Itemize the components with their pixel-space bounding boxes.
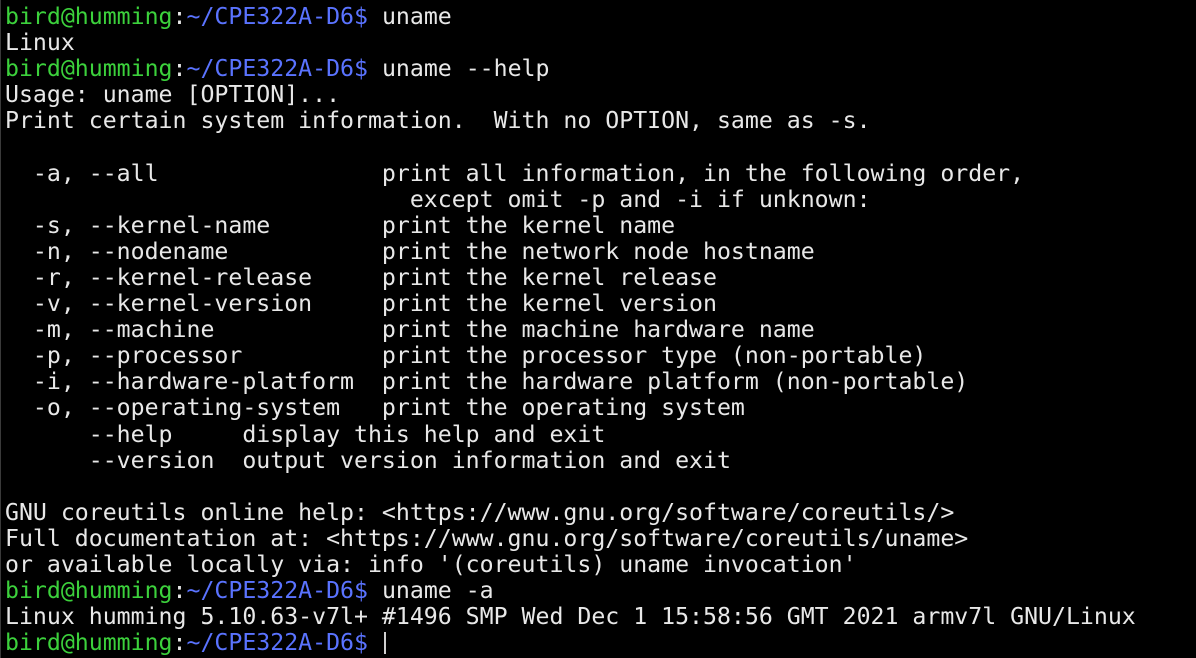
output-line: Linux humming 5.10.63-v7l+ #1496 SMP Wed… [5,604,1196,630]
output-line: -i, --hardware-platform print the hardwa… [5,369,1196,395]
prompt-line: bird@humming:~/CPE322A-D6$ uname [5,3,1196,30]
prompt-separator: : [172,55,187,83]
output-line: Usage: uname [OPTION]... [5,82,1196,108]
output-line: -a, --all print all information, in the … [5,159,1196,187]
output-line: -o, --operating-system print the operati… [5,395,1196,421]
output-line: except omit -p and -i if unknown: [5,185,1196,213]
prompt-user-host: bird@humming [5,55,173,83]
prompt-line: bird@humming:~/CPE322A-D6$ [5,630,1196,656]
output-line: -r, --kernel-release print the kernel re… [5,263,1196,291]
prompt-user-host: bird@humming [5,577,173,605]
output-text: -r, --kernel-release print the kernel re… [5,263,717,291]
output-text: -v, --kernel-version print the kernel ve… [5,290,717,318]
output-text: or available locally via: info '(coreuti… [5,550,857,578]
output-text: Full documentation at: <https://www.gnu.… [5,524,969,552]
output-line: -p, --processor print the processor type… [5,343,1196,369]
prompt-line: bird@humming:~/CPE322A-D6$ uname --help [5,56,1196,82]
output-text: Usage: uname [OPTION]... [5,81,341,109]
output-line: --help display this help and exit [5,420,1196,448]
output-line: Linux [5,30,1196,56]
command-text: uname -a [368,577,494,605]
output-line: -m, --machine print the machine hardware… [5,317,1196,343]
prompt-separator: : [172,3,187,30]
command-text: uname --help [368,55,550,83]
prompt-symbol: $ [354,3,368,30]
output-text: -a, --all print all information, in the … [5,159,1025,187]
output-text: -o, --operating-system print the operati… [5,394,745,422]
output-text: Print certain system information. With n… [5,107,871,135]
output-text: --version output version information and… [5,446,731,474]
prompt-symbol: $ [354,55,368,83]
output-text: Linux [5,29,75,57]
output-text: except omit -p and -i if unknown: [5,185,871,213]
prompt-path: ~/CPE322A-D6 [186,629,355,657]
prompt-path: ~/CPE322A-D6 [186,3,355,30]
output-text: -s, --kernel-name print the kernel name [5,211,676,239]
output-line: GNU coreutils online help: <https://www.… [5,498,1196,526]
output-line: Full documentation at: <https://www.gnu.… [5,524,1196,552]
prompt-path: ~/CPE322A-D6 [186,577,355,605]
prompt-user-host: bird@humming [5,3,173,30]
output-line: -s, --kernel-name print the kernel name [5,211,1196,239]
prompt-user-host: bird@humming [5,629,173,657]
output-line: -n, --nodename print the network node ho… [5,237,1196,265]
terminal-window[interactable]: bird@humming:~/CPE322A-D6$ uname Linux bir… [0,0,1196,658]
prompt-path: ~/CPE322A-D6 [186,55,355,83]
prompt-line: bird@humming:~/CPE322A-D6$ uname -a [5,578,1196,604]
command-text [368,629,382,656]
output-line: Print certain system information. With n… [5,108,1196,134]
output-line: or available locally via: info '(coreuti… [5,550,1196,578]
command-text: uname [368,3,452,30]
text-cursor[interactable] [383,632,386,655]
output-line: --version output version information and… [5,446,1196,474]
output-text: Linux humming 5.10.63-v7l+ #1496 SMP Wed… [5,603,1136,631]
prompt-separator: : [172,629,187,657]
output-text: GNU coreutils online help: <https://www.… [5,498,955,526]
output-text: -m, --machine print the machine hardware… [5,316,815,344]
output-text: --help display this help and exit [5,420,606,448]
prompt-separator: : [172,577,187,605]
prompt-symbol: $ [354,577,368,605]
output-line: -v, --kernel-version print the kernel ve… [5,290,1196,318]
output-text: -i, --hardware-platform print the hardwa… [5,368,969,396]
output-text: -p, --processor print the processor type… [5,342,927,370]
output-text: -n, --nodename print the network node ho… [5,237,815,265]
prompt-symbol: $ [354,629,368,657]
